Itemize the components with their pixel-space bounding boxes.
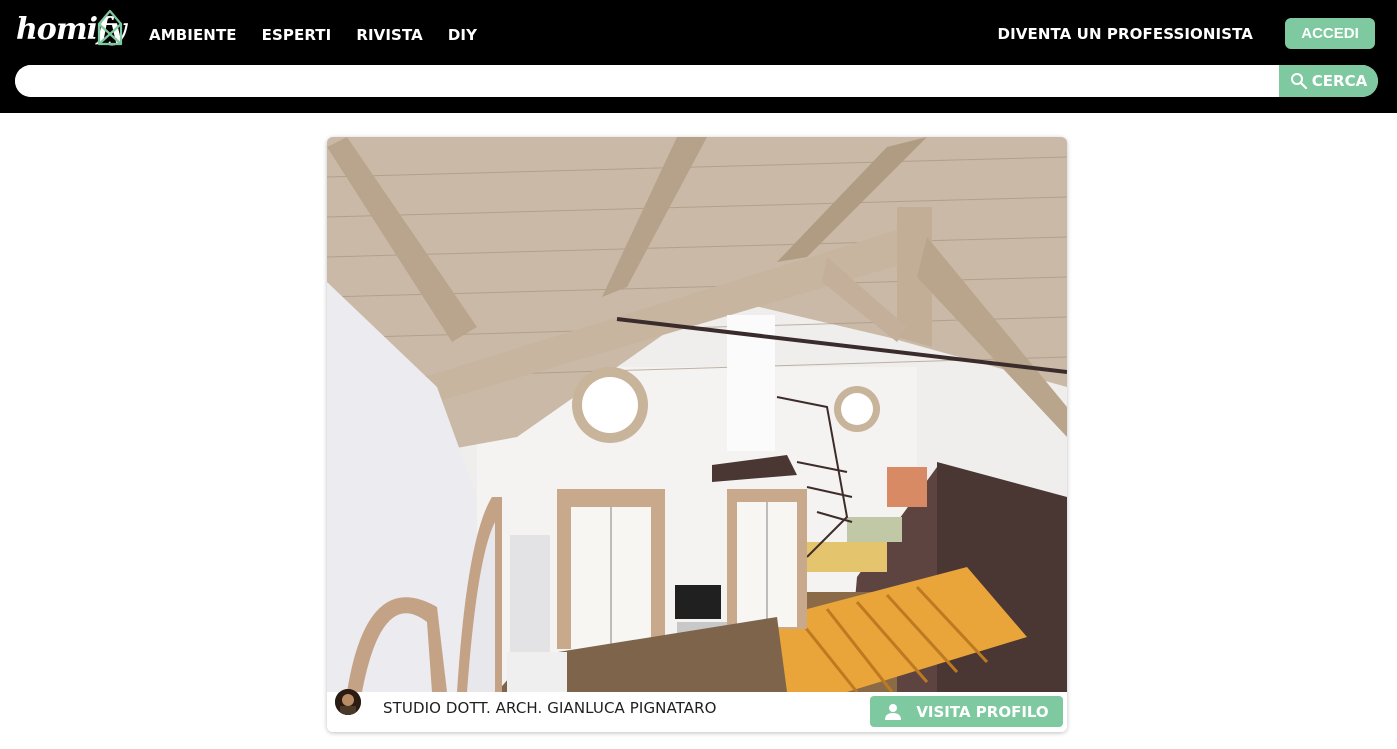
user-icon [885,703,902,720]
nav-rivista[interactable]: RIVISTA [356,24,423,46]
visit-profile-button[interactable]: VISITA PROFILO [870,696,1063,727]
nav-esperti[interactable]: ESPERTI [262,24,332,46]
search-button[interactable]: CERCA [1279,65,1378,97]
avatar[interactable] [335,689,361,715]
card-footer: STUDIO DOTT. ARCH. GIANLUCA PIGNATARO VI… [327,689,1067,732]
project-card: STUDIO DOTT. ARCH. GIANLUCA PIGNATARO VI… [327,137,1067,732]
search-icon [1290,73,1307,90]
top-header: homify AMBIENTE ESPERTI RIVISTA DIY DIVE… [0,0,1397,113]
search-input[interactable] [15,65,1279,97]
attic-interior-photo[interactable] [327,137,1067,692]
visit-profile-label: VISITA PROFILO [916,702,1049,721]
avatar-image [335,689,361,715]
house-logo-icon [97,9,123,46]
search-button-label: CERCA [1311,72,1368,90]
become-professional-link[interactable]: DIVENTA UN PROFESSIONISTA [998,23,1253,45]
search-bar: CERCA [15,65,1378,97]
nav-diy[interactable]: DIY [448,24,477,46]
nav-ambiente[interactable]: AMBIENTE [149,24,237,46]
login-button[interactable]: ACCEDI [1285,18,1375,49]
homify-logo[interactable]: homify [16,8,126,58]
main-nav: AMBIENTE ESPERTI RIVISTA DIY [149,24,502,46]
studio-name[interactable]: STUDIO DOTT. ARCH. GIANLUCA PIGNATARO [383,698,717,718]
